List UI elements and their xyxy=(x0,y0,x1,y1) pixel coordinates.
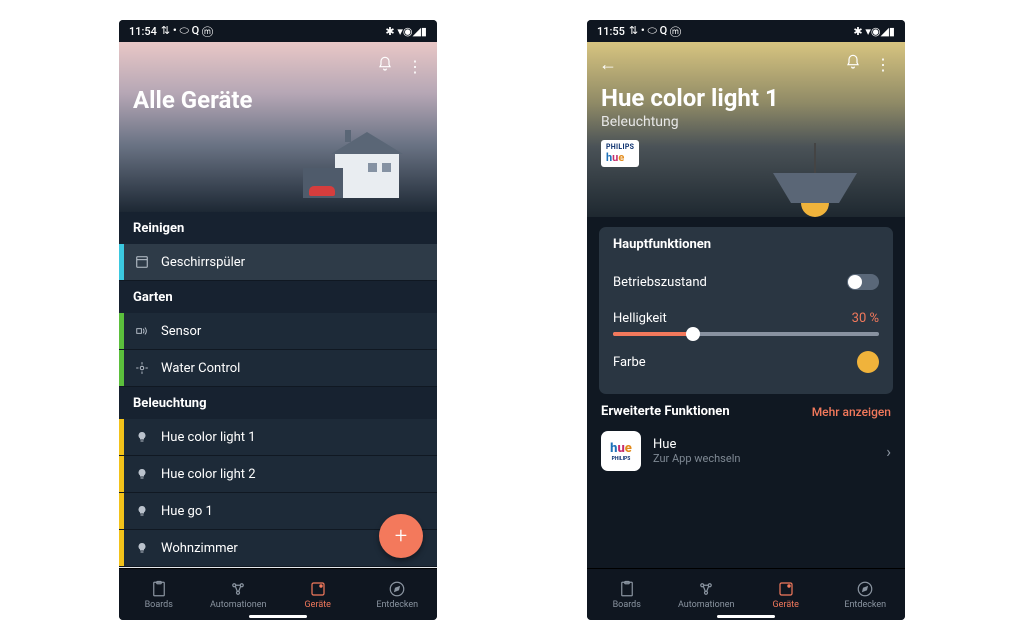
tab-discover[interactable]: Entdecken xyxy=(358,569,438,620)
tab-label: Automationen xyxy=(678,600,735,610)
tab-boards[interactable]: Boards xyxy=(119,569,199,620)
home-indicator xyxy=(249,615,307,618)
house-illustration xyxy=(303,128,399,198)
list-item[interactable]: Hue color light 1 xyxy=(119,419,437,455)
app-link-row[interactable]: hue PHILIPS Hue Zur App wechseln › xyxy=(601,427,891,475)
dishwasher-icon xyxy=(133,255,151,269)
status-bar: 11:55 ⇅ • ⬭ Q ⓜ ✱ ▾◉◢▮ xyxy=(587,20,905,42)
extended-functions-row: Erweiterte Funktionen Mehr anzeigen xyxy=(601,404,891,419)
app-name: Hue xyxy=(653,437,740,452)
header-devices: ⋮ Alle Geräte xyxy=(119,42,437,212)
list-item-label: Geschirrspüler xyxy=(161,255,245,270)
device-list[interactable]: Reinigen Geschirrspüler Garten Sensor Wa… xyxy=(119,212,437,568)
tab-automations[interactable]: Automationen xyxy=(667,569,747,620)
list-item[interactable]: Geschirrspüler xyxy=(119,244,437,280)
detail-body: Hauptfunktionen Betriebszustand Helligke… xyxy=(587,217,905,568)
panel-title: Hauptfunktionen xyxy=(613,237,879,252)
bulb-icon xyxy=(133,467,151,481)
tab-label: Automationen xyxy=(210,600,267,610)
status-left-icons: ⇅ • ⬭ Q ⓜ xyxy=(161,24,213,38)
list-item-label: Wohnzimmer xyxy=(161,541,238,556)
list-item[interactable]: Sensor xyxy=(119,313,437,349)
section-header: Garten xyxy=(119,281,437,313)
row-state: Betriebszustand xyxy=(613,264,879,300)
bell-icon[interactable] xyxy=(377,56,393,76)
status-right-icons: ✱ ▾◉◢▮ xyxy=(385,25,427,38)
row-color[interactable]: Farbe xyxy=(613,344,879,380)
tab-automations[interactable]: Automationen xyxy=(199,569,279,620)
bottom-nav: Boards Automationen Geräte Entdecken xyxy=(119,568,437,620)
brightness-value: 30 % xyxy=(852,311,879,326)
tab-boards[interactable]: Boards xyxy=(587,569,667,620)
brightness-slider[interactable] xyxy=(613,332,879,336)
bulb-icon xyxy=(133,430,151,444)
home-indicator xyxy=(717,615,775,618)
tab-label: Geräte xyxy=(305,600,331,610)
bottom-nav: Boards Automationen Geräte Entdecken xyxy=(587,568,905,620)
back-button[interactable]: ← xyxy=(599,54,617,75)
list-item-label: Hue go 1 xyxy=(161,504,213,519)
main-functions-panel: Hauptfunktionen Betriebszustand Helligke… xyxy=(599,227,893,394)
plus-icon: + xyxy=(395,524,407,549)
phone-device-detail: 11:55 ⇅ • ⬭ Q ⓜ ✱ ▾◉◢▮ ← ⋮ Hue color ligh… xyxy=(587,20,905,620)
tab-label: Boards xyxy=(613,600,641,610)
overflow-icon[interactable]: ⋮ xyxy=(407,57,423,76)
status-left-icons: ⇅ • ⬭ Q ⓜ xyxy=(629,24,681,38)
brand-badge: PHILIPS hue xyxy=(601,140,639,167)
app-sub: Zur App wechseln xyxy=(653,452,740,465)
brand-top: PHILIPS xyxy=(606,143,634,151)
tab-label: Geräte xyxy=(773,600,799,610)
status-right-icons: ✱ ▾◉◢▮ xyxy=(853,25,895,38)
bell-icon[interactable] xyxy=(845,54,861,74)
list-item-label: Water Control xyxy=(161,361,240,376)
chevron-right-icon: › xyxy=(886,442,891,461)
list-item-label: Hue color light 2 xyxy=(161,467,256,482)
add-device-button[interactable]: + xyxy=(379,514,423,558)
color-label: Farbe xyxy=(613,355,646,370)
water-icon xyxy=(133,361,151,375)
tab-label: Entdecken xyxy=(376,600,418,610)
section-header: Beleuchtung xyxy=(119,387,437,419)
sensor-icon xyxy=(133,324,151,338)
list-item-label: Sensor xyxy=(161,324,201,339)
tab-devices[interactable]: Geräte xyxy=(746,569,826,620)
tab-label: Boards xyxy=(145,600,173,610)
lamp-illustration xyxy=(773,173,857,217)
tab-devices[interactable]: Geräte xyxy=(278,569,358,620)
color-swatch xyxy=(857,351,879,373)
hue-app-icon: hue PHILIPS xyxy=(601,431,641,471)
tab-label: Entdecken xyxy=(844,600,886,610)
row-brightness: Helligkeit 30 % xyxy=(613,300,879,336)
state-toggle[interactable] xyxy=(847,274,879,290)
show-more-link[interactable]: Mehr anzeigen xyxy=(812,405,891,419)
list-item-label: Hue color light 1 xyxy=(161,430,256,445)
section-header: Reinigen xyxy=(119,212,437,244)
overflow-icon[interactable]: ⋮ xyxy=(875,55,891,74)
brightness-label: Helligkeit xyxy=(613,311,667,326)
bulb-icon xyxy=(133,504,151,518)
status-bar: 11:54 ⇅ • ⬭ Q ⓜ ✱ ▾◉◢▮ xyxy=(119,20,437,42)
list-item[interactable]: Water Control xyxy=(119,350,437,386)
page-subtitle: Beleuchtung xyxy=(601,114,891,130)
bulb-icon xyxy=(133,541,151,555)
tab-discover[interactable]: Entdecken xyxy=(826,569,906,620)
phone-devices-list: 11:54 ⇅ • ⬭ Q ⓜ ✱ ▾◉◢▮ ⋮ Alle Geräte Rein… xyxy=(119,20,437,620)
status-time: 11:54 xyxy=(129,25,157,38)
header-detail: ← ⋮ Hue color light 1 Beleuchtung PHILIP… xyxy=(587,42,905,217)
list-item[interactable]: Hue color light 2 xyxy=(119,456,437,492)
page-title: Hue color light 1 xyxy=(601,84,891,112)
page-title: Alle Geräte xyxy=(133,86,423,114)
extended-title: Erweiterte Funktionen xyxy=(601,404,730,419)
status-time: 11:55 xyxy=(597,25,625,38)
state-label: Betriebszustand xyxy=(613,275,707,290)
